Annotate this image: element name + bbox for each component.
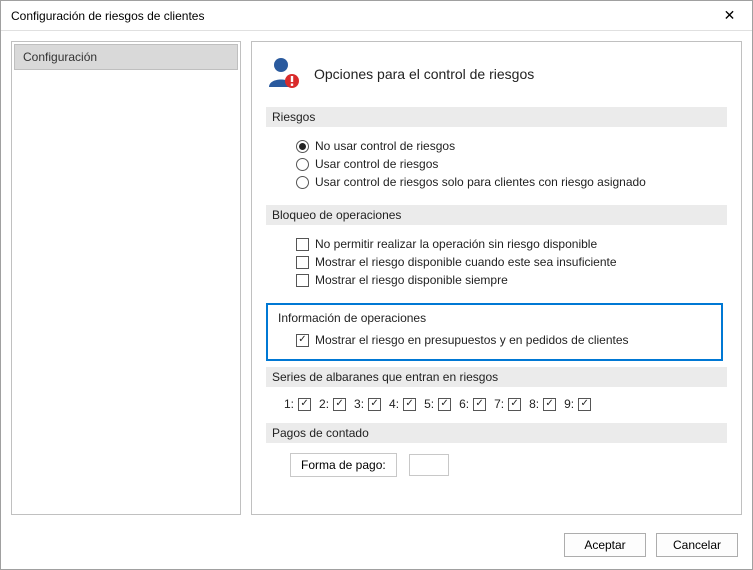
series-label: 3:	[354, 397, 364, 411]
user-alert-icon	[266, 54, 302, 93]
check-mostrar-insuficiente[interactable]: Mostrar el riesgo disponible cuando este…	[296, 255, 717, 269]
checkbox-icon	[543, 398, 556, 411]
window-title: Configuración de riesgos de clientes	[11, 9, 204, 23]
checkbox-icon	[403, 398, 416, 411]
button-label: Cancelar	[673, 538, 721, 552]
close-button[interactable]: ✕	[707, 1, 752, 31]
series-item-3[interactable]: 3:	[354, 397, 381, 411]
payment-label: Forma de pago:	[301, 458, 386, 472]
series-item-4[interactable]: 4:	[389, 397, 416, 411]
radio-label: Usar control de riesgos solo para client…	[315, 175, 646, 189]
section-title-series: Series de albaranes que entran en riesgo…	[266, 367, 727, 387]
content-header: Opciones para el control de riesgos	[266, 54, 727, 93]
series-label: 8:	[529, 397, 539, 411]
series-label: 1:	[284, 397, 294, 411]
checkbox-label: No permitir realizar la operación sin ri…	[315, 237, 597, 251]
section-title-riesgos: Riesgos	[266, 107, 727, 127]
checkbox-label: Mostrar el riesgo disponible siempre	[315, 273, 508, 287]
checkbox-icon	[298, 398, 311, 411]
series-item-5[interactable]: 5:	[424, 397, 451, 411]
series-row: 1: 2: 3: 4: 5:	[266, 387, 727, 417]
payment-row: Forma de pago:	[266, 443, 727, 483]
series-item-1[interactable]: 1:	[284, 397, 311, 411]
radio-label: No usar control de riesgos	[315, 139, 455, 153]
section-body-bloqueo: No permitir realizar la operación sin ri…	[266, 225, 727, 297]
radio-label: Usar control de riesgos	[315, 157, 438, 171]
checkbox-icon	[578, 398, 591, 411]
section-title-bloqueo: Bloqueo de operaciones	[266, 205, 727, 225]
section-informacion-highlight: Información de operaciones Mostrar el ri…	[266, 303, 723, 361]
series-item-8[interactable]: 8:	[529, 397, 556, 411]
checkbox-label: Mostrar el riesgo disponible cuando este…	[315, 255, 617, 269]
titlebar: Configuración de riesgos de clientes ✕	[1, 1, 752, 31]
checkbox-icon	[296, 334, 309, 347]
checkbox-icon	[296, 274, 309, 287]
checkbox-icon	[368, 398, 381, 411]
nav-item-label: Configuración	[23, 50, 97, 64]
checkbox-icon	[438, 398, 451, 411]
dialog-footer: Aceptar Cancelar	[1, 525, 752, 569]
series-label: 9:	[564, 397, 574, 411]
radio-icon	[296, 158, 309, 171]
series-item-2[interactable]: 2:	[319, 397, 346, 411]
radio-icon	[296, 140, 309, 153]
nav-item-configuracion[interactable]: Configuración	[14, 44, 238, 70]
checkbox-icon	[296, 238, 309, 251]
series-label: 5:	[424, 397, 434, 411]
checkbox-icon	[296, 256, 309, 269]
series-label: 7:	[494, 397, 504, 411]
content-pane: Opciones para el control de riesgos Ries…	[251, 41, 742, 515]
button-label: Aceptar	[584, 538, 625, 552]
radio-no-usar-control[interactable]: No usar control de riesgos	[296, 139, 717, 153]
check-mostrar-siempre[interactable]: Mostrar el riesgo disponible siempre	[296, 273, 717, 287]
radio-icon	[296, 176, 309, 189]
content-title: Opciones para el control de riesgos	[314, 66, 534, 82]
close-icon: ✕	[724, 7, 736, 24]
check-no-permitir[interactable]: No permitir realizar la operación sin ri…	[296, 237, 717, 251]
series-item-6[interactable]: 6:	[459, 397, 486, 411]
section-title-informacion: Información de operaciones	[278, 311, 711, 325]
section-title-pagos: Pagos de contado	[266, 423, 727, 443]
nav-pane: Configuración	[11, 41, 241, 515]
radio-usar-control[interactable]: Usar control de riesgos	[296, 157, 717, 171]
dialog-window: Configuración de riesgos de clientes ✕ C…	[0, 0, 753, 570]
cancel-button[interactable]: Cancelar	[656, 533, 738, 557]
payment-input[interactable]	[409, 454, 449, 476]
payment-label-box[interactable]: Forma de pago:	[290, 453, 397, 477]
body-area: Configuración Opciones para el control d…	[1, 31, 752, 525]
section-body-riesgos: No usar control de riesgos Usar control …	[266, 127, 727, 199]
radio-usar-control-asignado[interactable]: Usar control de riesgos solo para client…	[296, 175, 717, 189]
check-mostrar-presupuestos[interactable]: Mostrar el riesgo en presupuestos y en p…	[296, 333, 711, 347]
checkbox-label: Mostrar el riesgo en presupuestos y en p…	[315, 333, 629, 347]
checkbox-icon	[473, 398, 486, 411]
series-label: 2:	[319, 397, 329, 411]
checkbox-icon	[508, 398, 521, 411]
series-label: 6:	[459, 397, 469, 411]
checkbox-icon	[333, 398, 346, 411]
series-item-9[interactable]: 9:	[564, 397, 591, 411]
series-label: 4:	[389, 397, 399, 411]
series-item-7[interactable]: 7:	[494, 397, 521, 411]
ok-button[interactable]: Aceptar	[564, 533, 646, 557]
